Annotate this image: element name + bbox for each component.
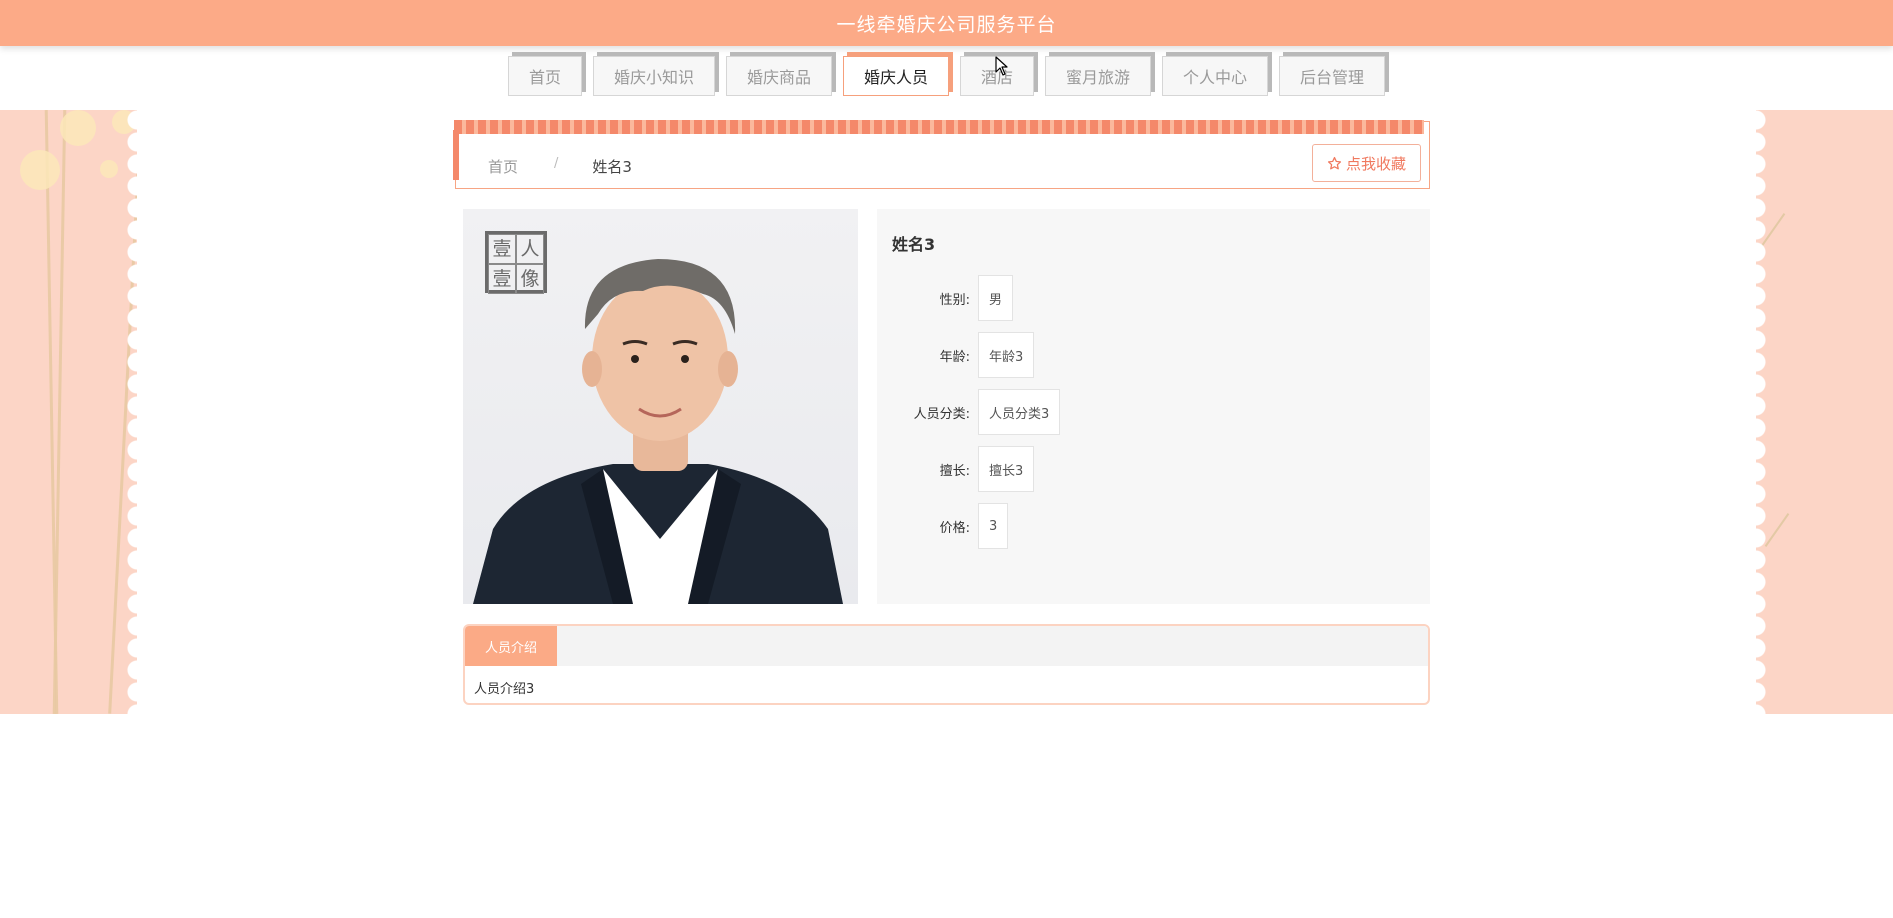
age-label: 年龄: <box>939 349 970 365</box>
tab-content: 人员介绍3 <box>474 682 535 697</box>
info-row-price: 价格: 3 <box>877 503 1009 549</box>
left-decoration-panel <box>0 110 137 714</box>
tab-staff-intro[interactable]: 人员介绍 <box>465 626 557 666</box>
staff-info-panel: 姓名3 性别: 男 年龄: 年龄3 人员分类: 人员分类3 擅长: 擅长3 价格… <box>877 209 1430 604</box>
scalloped-edge <box>127 110 137 714</box>
nav-item-wedding-staff[interactable]: 婚庆人员 <box>842 56 949 96</box>
breadcrumb: 首页 / 姓名3 <box>488 156 632 177</box>
top-header-bar: 一线牵婚庆公司服务平台 <box>0 0 1893 46</box>
info-row-specialty: 擅长: 擅长3 <box>877 446 1035 492</box>
specialty-value: 擅长3 <box>978 446 1035 492</box>
staff-name: 姓名3 <box>892 235 936 254</box>
nav-item-honeymoon[interactable]: 蜜月旅游 <box>1045 56 1152 96</box>
age-value: 年龄3 <box>978 332 1035 378</box>
star-outline-icon <box>1327 156 1342 169</box>
breadcrumb-current: 姓名3 <box>592 158 632 176</box>
breadcrumb-bar: 首页 / 姓名3 点我收藏 <box>453 120 1430 189</box>
price-value: 3 <box>978 503 1009 549</box>
category-label: 人员分类: <box>913 406 970 422</box>
nav-item-wedding-tips[interactable]: 婚庆小知识 <box>592 56 715 96</box>
breadcrumb-separator: / <box>554 156 559 171</box>
twig-decoration <box>1764 513 1790 547</box>
gender-label: 性别: <box>939 292 970 308</box>
collect-button-label: 点我收藏 <box>1345 154 1406 173</box>
right-decoration-panel <box>1756 110 1893 714</box>
breadcrumb-home-link[interactable]: 首页 <box>488 156 518 177</box>
nav-item-admin[interactable]: 后台管理 <box>1279 56 1386 96</box>
flower-dot <box>60 110 96 146</box>
site-title: 一线牵婚庆公司服务平台 <box>836 13 1057 36</box>
nav-item-wedding-goods[interactable]: 婚庆商品 <box>725 56 832 96</box>
mouse-cursor-icon <box>995 56 1008 76</box>
portrait-illustration <box>473 259 843 604</box>
intro-tabs: 人员介绍 人员介绍3 <box>463 624 1430 705</box>
tabs-header: 人员介绍 <box>465 626 1428 666</box>
info-row-category: 人员分类: 人员分类3 <box>877 389 1061 435</box>
main-nav: 首页 婚庆小知识 婚庆商品 婚庆人员 酒店 蜜月旅游 个人中心 后台管理 <box>0 56 1893 98</box>
category-value: 人员分类3 <box>978 389 1061 435</box>
collect-button[interactable]: 点我收藏 <box>1312 144 1421 182</box>
nav-item-user-center[interactable]: 个人中心 <box>1162 56 1269 96</box>
price-label: 价格: <box>939 520 970 536</box>
specialty-label: 擅长: <box>939 463 970 479</box>
info-row-age: 年龄: 年龄3 <box>877 332 1035 378</box>
scalloped-edge <box>1756 110 1766 714</box>
info-row-gender: 性别: 男 <box>877 275 1014 321</box>
flower-dot <box>20 150 60 190</box>
nav-item-home[interactable]: 首页 <box>507 56 582 96</box>
flower-stem <box>52 110 67 714</box>
staff-photo: 壹 人 壹 像 <box>463 209 858 604</box>
gender-value: 男 <box>978 275 1014 321</box>
flower-dot <box>100 160 118 178</box>
